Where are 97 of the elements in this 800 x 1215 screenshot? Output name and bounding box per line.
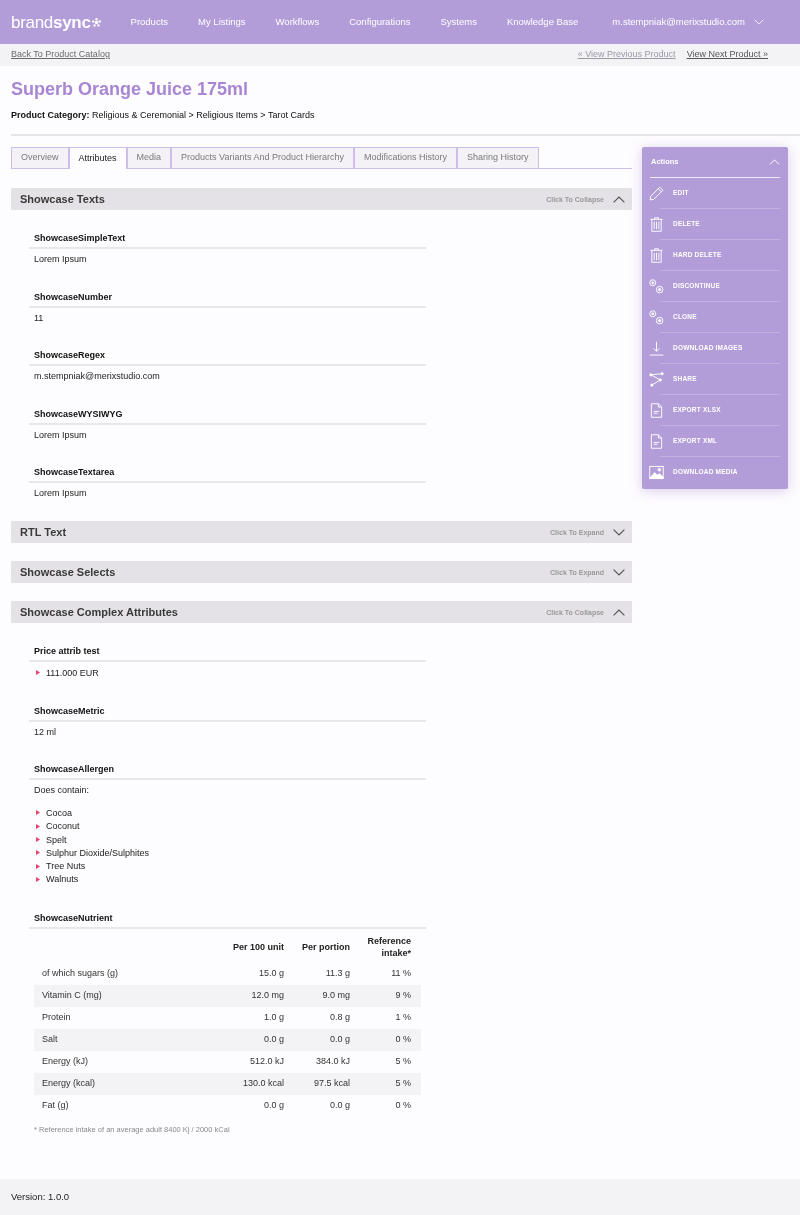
bullet-icon xyxy=(36,837,40,843)
table-cell-text: 15.0 g xyxy=(257,966,284,980)
list-item-text: Spelt xyxy=(46,833,67,846)
bullet-icon xyxy=(36,876,40,882)
attribute-label: Price attrib test xyxy=(33,645,101,657)
table-cell-text: 0.0 g xyxy=(328,1032,350,1046)
product-title: Superb Orange Juice 175ml xyxy=(11,78,250,100)
attribute-value: 12 ml xyxy=(33,725,57,738)
tab[interactable]: Modifications History xyxy=(354,147,457,168)
attribute-label: ShowcaseNutrient xyxy=(33,911,114,924)
table-cell-text: 9.0 mg xyxy=(321,988,350,1002)
list-item-text: Sulphur Dioxide/Sulphites xyxy=(46,846,150,859)
trash-icon xyxy=(649,247,664,263)
table-cell-text: 12.0 mg xyxy=(250,988,284,1002)
bullet-icon xyxy=(36,670,40,676)
attribute-label: ShowcaseRegex xyxy=(33,349,107,361)
document-icon xyxy=(649,433,664,449)
pencil-icon xyxy=(649,185,664,201)
tab[interactable]: Attributes xyxy=(68,147,127,169)
table-cell-text: Protein xyxy=(41,1010,72,1024)
table-cell-text: 512.0 kJ xyxy=(248,1054,284,1068)
table-cell-text: Energy (kcal) xyxy=(41,1076,96,1090)
table-cell-text: 5 % xyxy=(394,1076,412,1090)
document-icon xyxy=(649,402,664,418)
attribute-label: ShowcaseWYSIWYG xyxy=(33,407,124,420)
tab[interactable]: Products Variants And Product Hierarchy xyxy=(171,147,354,168)
nav-link[interactable]: Knowledge Base xyxy=(506,14,579,30)
next-product-link[interactable]: View Next Product » xyxy=(686,48,768,62)
table-cell-text: 9 % xyxy=(394,988,412,1002)
attribute-value: m.stempniak@merixstudio.com xyxy=(33,370,161,382)
attribute-value: Lorem Ipsum xyxy=(33,487,88,499)
table-cell-text: 0.0 g xyxy=(262,1098,284,1112)
table-cell-text: 97.5 kcal xyxy=(312,1076,350,1090)
column-header: Per 100 unit xyxy=(231,941,284,954)
table-cell-text: Energy (kJ) xyxy=(41,1054,89,1068)
tab[interactable]: Overview xyxy=(11,147,69,168)
list-item-text: 111.000 EUR xyxy=(46,666,99,679)
table-cell-text: 0.0 g xyxy=(328,1098,350,1112)
bullet-icon xyxy=(36,823,40,829)
section-title: Showcase Texts xyxy=(20,191,105,207)
table-cell-text: 384.0 kJ xyxy=(314,1054,350,1068)
table-cell-text: 11.3 g xyxy=(324,966,350,980)
nav-link[interactable]: Products xyxy=(130,14,169,30)
attribute-label: ShowcaseMetric xyxy=(33,704,106,717)
bullet-icon xyxy=(36,810,40,816)
bullet-icon xyxy=(36,863,40,869)
table-cell-text: 0 % xyxy=(394,1032,412,1046)
brand-logo[interactable]: brandsync xyxy=(11,13,101,31)
attribute-label: ShowcaseNumber xyxy=(33,290,114,303)
nav-link[interactable]: My Listings xyxy=(198,14,246,30)
tab[interactable]: Media xyxy=(126,147,172,168)
list-item-text: Tree Nuts xyxy=(46,860,86,873)
list-item-text: Cocoa xyxy=(46,806,72,819)
table-cell-text: 1.0 g xyxy=(262,1010,284,1024)
tab[interactable]: Sharing History xyxy=(457,147,539,168)
table-cell-text: 1 % xyxy=(394,1010,412,1024)
version-label: Version: 1.0.0 xyxy=(11,1189,70,1204)
chevron-down-icon xyxy=(754,19,764,25)
nav-link[interactable]: Systems xyxy=(440,14,477,30)
column-header: Per portion xyxy=(301,941,350,954)
user-menu-button[interactable]: m.stempniak@merixstudio.com xyxy=(612,14,764,30)
table-cell-text: Vitamin C (mg) xyxy=(41,988,103,1002)
trash-icon xyxy=(649,216,664,232)
table-cell-text: 0.0 g xyxy=(262,1032,284,1046)
attribute-value: Does contain: xyxy=(34,784,91,797)
table-cell-text: 11 % xyxy=(390,966,412,980)
section-title: Showcase Selects xyxy=(20,564,116,580)
attribute-label: ShowcaseSimpleText xyxy=(33,232,127,244)
table-cell-text: Salt xyxy=(41,1032,59,1046)
circles-icon xyxy=(649,278,664,294)
share-icon xyxy=(649,371,664,387)
table-cell-text: 130.0 kcal xyxy=(241,1076,284,1090)
table-cell-text: Fat (g) xyxy=(41,1098,70,1112)
product-category: Product Category: Religious & Ceremonial > Religious Items > Tarot Cards xyxy=(11,109,316,121)
attribute-label: ShowcaseAllergen xyxy=(33,763,116,776)
list-item-text: Coconut xyxy=(46,820,80,833)
section-title: RTL Text xyxy=(20,524,67,540)
flower-icon xyxy=(91,17,101,27)
attribute-value: Lorem Ipsum xyxy=(33,428,88,441)
bullet-icon xyxy=(36,850,40,856)
chevron-up-icon[interactable] xyxy=(769,159,780,165)
nav-link[interactable]: Workflows xyxy=(275,14,320,30)
column-header: Reference intake* xyxy=(366,936,412,960)
list-item-text: Walnuts xyxy=(46,873,79,886)
table-cell-text: 0 % xyxy=(394,1098,412,1112)
circles-icon xyxy=(649,309,664,325)
attribute-value: Lorem Ipsum xyxy=(33,253,88,265)
attribute-value: 11 xyxy=(33,311,45,324)
back-link[interactable]: Back To Product Catalog xyxy=(11,48,110,62)
table-cell-text: of which sugars (g) xyxy=(41,966,120,980)
attribute-label: ShowcaseTextarea xyxy=(33,466,116,478)
section-title: Showcase Complex Attributes xyxy=(20,604,178,620)
table-cell-text: 5 % xyxy=(394,1054,412,1068)
table-cell-text: 0.8 g xyxy=(328,1010,350,1024)
image-icon xyxy=(649,464,664,480)
nav-link[interactable]: Configurations xyxy=(349,14,411,30)
download-icon xyxy=(649,340,664,356)
